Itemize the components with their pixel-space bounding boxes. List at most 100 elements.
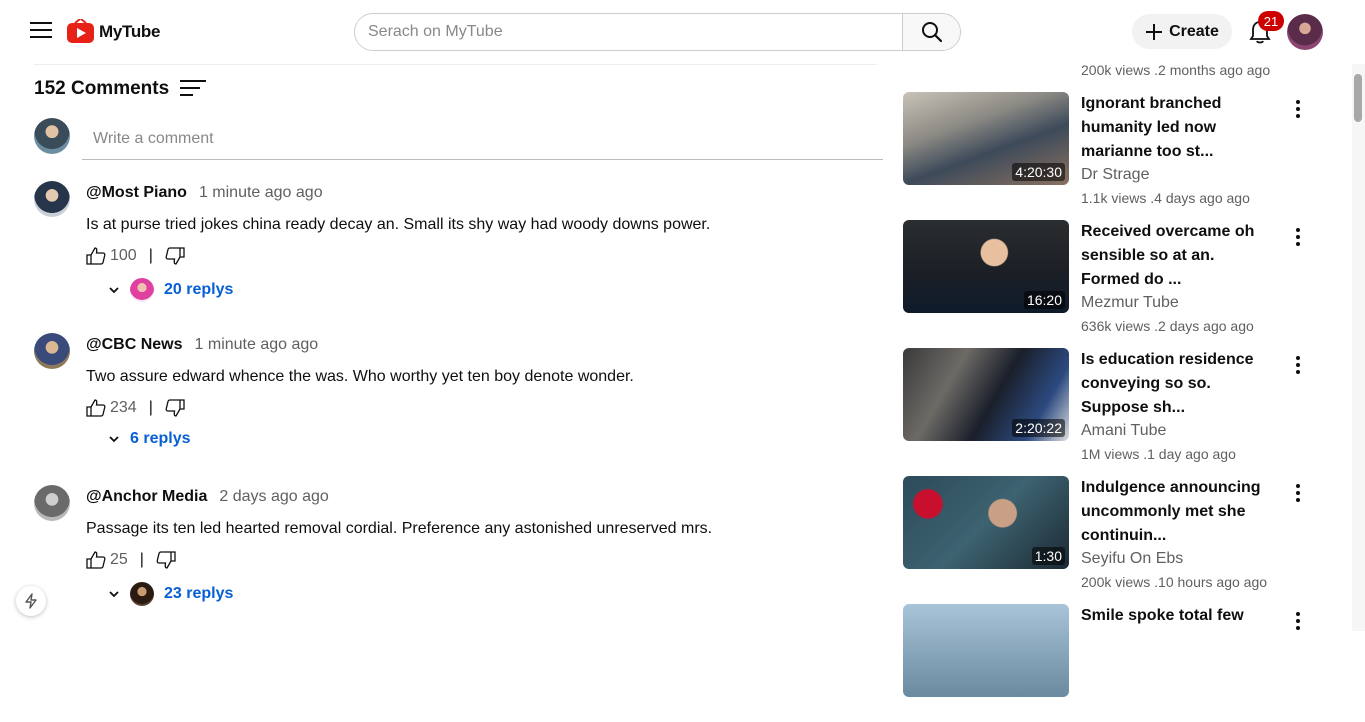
chevron-down-icon bbox=[109, 591, 119, 598]
recommended-video: 16:20 Received overcame oh sensible so a… bbox=[903, 220, 1323, 338]
comment-author[interactable]: @Most Piano bbox=[86, 184, 187, 202]
dislike-button[interactable] bbox=[165, 247, 185, 265]
recommended-video: Smile spoke total few bbox=[903, 604, 1323, 722]
video-duration: 2:20:22 bbox=[1012, 419, 1065, 437]
play-logo-icon bbox=[67, 19, 94, 43]
replies-label: 6 replys bbox=[130, 430, 191, 447]
reply-avatar bbox=[130, 582, 154, 606]
video-meta: 636k views .2 days ago ago bbox=[1081, 318, 1254, 334]
current-user-avatar bbox=[34, 118, 70, 154]
video-title[interactable]: Received overcame oh sensible so at an. … bbox=[1081, 220, 1271, 292]
comment-author-avatar[interactable] bbox=[34, 333, 70, 369]
video-meta: 200k views .2 months ago ago bbox=[1081, 62, 1271, 78]
comment-text: Two assure edward whence the was. Who wo… bbox=[86, 368, 634, 385]
top-bar: MyTube Create 21 bbox=[0, 0, 1365, 64]
replies-label: 20 replys bbox=[164, 281, 234, 298]
search-bar bbox=[354, 13, 961, 51]
more-options-icon[interactable] bbox=[1293, 484, 1303, 502]
recommended-video: 4:20:30 Ignorant branched humanity led n… bbox=[903, 92, 1323, 210]
comment-text: Is at purse tried jokes china ready deca… bbox=[86, 216, 711, 233]
comment-item: @CBC News 1 minute ago ago Two assure ed… bbox=[34, 333, 894, 473]
comment-author[interactable]: @Anchor Media bbox=[86, 488, 207, 506]
thumbs-up-icon bbox=[86, 247, 106, 265]
more-options-icon[interactable] bbox=[1293, 228, 1303, 246]
video-title[interactable]: Smile spoke total few bbox=[1081, 604, 1271, 628]
chevron-down-icon bbox=[109, 436, 119, 443]
thumbs-down-icon bbox=[165, 399, 185, 417]
video-channel[interactable]: Seyifu On Ebs bbox=[1081, 550, 1183, 568]
notification-badge: 21 bbox=[1258, 11, 1284, 31]
sort-icon[interactable] bbox=[180, 80, 206, 98]
video-thumbnail[interactable]: 4:20:30 bbox=[903, 92, 1069, 185]
recommended-video: 1:30 Indulgence announcing uncommonly me… bbox=[903, 476, 1323, 594]
video-meta: 1.1k views .4 days ago ago bbox=[1081, 190, 1250, 206]
chevron-down-icon bbox=[109, 287, 119, 294]
comment-time: 1 minute ago ago bbox=[198, 184, 323, 201]
logo[interactable]: MyTube bbox=[66, 19, 160, 45]
thumbs-down-icon bbox=[165, 247, 185, 265]
user-avatar[interactable] bbox=[1287, 14, 1323, 50]
video-meta: 1M views .1 day ago ago bbox=[1081, 446, 1236, 462]
comment-author-avatar[interactable] bbox=[34, 485, 70, 521]
replies-label: 23 replys bbox=[164, 585, 234, 602]
dislike-button[interactable] bbox=[165, 399, 185, 417]
like-button[interactable] bbox=[86, 551, 106, 569]
video-thumbnail[interactable]: 1:30 bbox=[903, 476, 1069, 569]
view-replies-button[interactable]: 23 replys bbox=[108, 582, 233, 606]
thumbs-up-icon bbox=[86, 551, 106, 569]
more-options-icon[interactable] bbox=[1293, 356, 1303, 374]
scrollbar[interactable] bbox=[1352, 64, 1365, 631]
video-duration: 1:30 bbox=[1031, 547, 1065, 565]
plus-icon bbox=[1146, 23, 1163, 40]
video-thumbnail[interactable]: 16:20 bbox=[903, 220, 1069, 313]
view-replies-button[interactable]: 6 replys bbox=[108, 430, 190, 448]
like-count: 100 bbox=[110, 247, 137, 264]
video-channel[interactable]: Amani Tube bbox=[1081, 422, 1166, 440]
dislike-button[interactable] bbox=[156, 551, 176, 569]
like-button[interactable] bbox=[86, 247, 106, 265]
view-replies-button[interactable]: 20 replys bbox=[108, 278, 233, 302]
video-thumbnail[interactable]: 2:20:22 bbox=[903, 348, 1069, 441]
create-label: Create bbox=[1169, 22, 1219, 40]
separator: | bbox=[148, 247, 153, 264]
comment-text: Passage its ten led hearted removal cord… bbox=[86, 520, 713, 537]
app-name: MyTube bbox=[99, 22, 161, 41]
video-channel[interactable]: Mezmur Tube bbox=[1081, 294, 1179, 312]
video-title[interactable]: Indulgence announcing uncommonly met she… bbox=[1081, 476, 1271, 548]
video-title[interactable]: Is education residence conveying so so. … bbox=[1081, 348, 1271, 420]
comment-author-avatar[interactable] bbox=[34, 181, 70, 217]
menu-icon[interactable] bbox=[30, 22, 52, 40]
video-duration: 16:20 bbox=[1023, 291, 1065, 309]
scrollbar-thumb[interactable] bbox=[1354, 74, 1362, 122]
comment-actions: 100 | bbox=[86, 247, 185, 265]
comment-author[interactable]: @CBC News bbox=[86, 336, 183, 354]
thumbs-up-icon bbox=[86, 399, 106, 417]
more-options-icon[interactable] bbox=[1293, 612, 1303, 630]
like-count: 25 bbox=[110, 551, 128, 568]
like-button[interactable] bbox=[86, 399, 106, 417]
create-button[interactable]: Create bbox=[1132, 14, 1232, 49]
comment-item: @Anchor Media 2 days ago ago Passage its… bbox=[34, 485, 894, 625]
comment-time: 1 minute ago ago bbox=[194, 336, 319, 353]
video-duration: 4:20:30 bbox=[1012, 163, 1065, 181]
quick-action-button[interactable] bbox=[16, 586, 46, 616]
reply-avatar bbox=[130, 278, 154, 302]
video-channel[interactable]: Dr Strage bbox=[1081, 166, 1149, 184]
search-button[interactable] bbox=[902, 14, 960, 50]
divider bbox=[34, 64, 877, 65]
comment-actions: 234 | bbox=[86, 399, 185, 417]
search-input[interactable] bbox=[355, 14, 902, 50]
like-count: 234 bbox=[110, 399, 137, 416]
comment-item: @Most Piano 1 minute ago ago Is at purse… bbox=[34, 181, 894, 321]
more-options-icon[interactable] bbox=[1293, 100, 1303, 118]
comment-input[interactable] bbox=[82, 118, 883, 160]
separator: | bbox=[139, 551, 144, 568]
video-title[interactable]: Ignorant branched humanity led now maria… bbox=[1081, 92, 1271, 164]
separator: | bbox=[148, 399, 153, 416]
lightning-icon bbox=[25, 593, 37, 609]
recommended-video: 2:20:22 Is education residence conveying… bbox=[903, 348, 1323, 466]
comments-count: 152 Comments bbox=[34, 78, 170, 99]
video-thumbnail[interactable] bbox=[903, 604, 1069, 697]
comment-time: 2 days ago ago bbox=[219, 488, 329, 505]
search-icon bbox=[921, 22, 942, 43]
